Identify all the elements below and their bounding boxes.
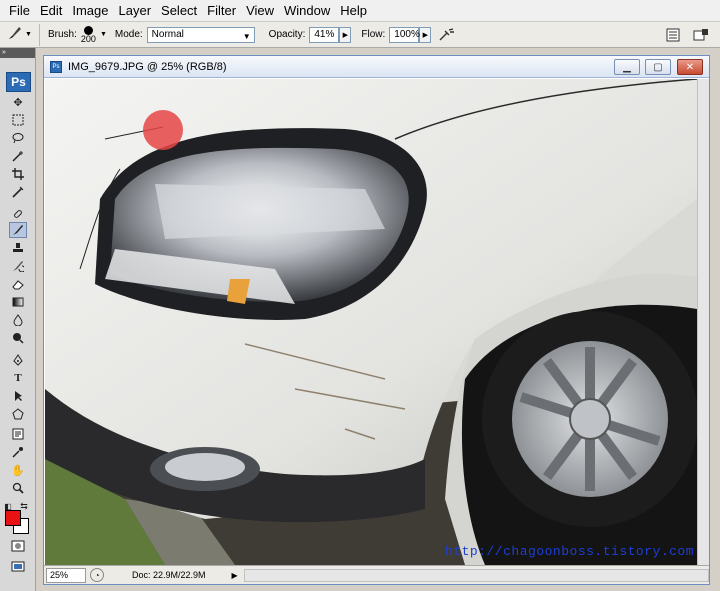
minimize-button[interactable]: ▁ — [614, 59, 640, 75]
horizontal-scrollbar[interactable] — [243, 568, 709, 582]
move-tool-icon[interactable]: ✥ — [9, 94, 27, 110]
document-title: IMG_9679.JPG @ 25% (RGB/8) — [68, 60, 227, 73]
status-info-icon[interactable]: ◔ — [90, 568, 104, 582]
brush-picker[interactable]: 200 — [80, 25, 96, 44]
quick-mask-icon[interactable] — [9, 538, 27, 554]
menu-filter[interactable]: Filter — [202, 0, 241, 22]
photoshop-logo[interactable]: Ps — [6, 72, 31, 92]
opacity-value: 41% — [314, 29, 335, 40]
brush-tool-icon — [7, 25, 23, 44]
options-bar: ▼ Brush: 200 ▼ Mode: Normal ▼ Opacity: 4… — [0, 22, 720, 48]
hand-tool-icon[interactable]: ✋ — [9, 462, 27, 478]
watermark-text: http://chagoonboss.tistory.com — [445, 544, 695, 559]
menu-bar: File Edit Image Layer Select Filter View… — [0, 0, 720, 22]
car-photo — [45, 79, 697, 565]
mode-select[interactable]: Normal ▼ — [146, 26, 255, 43]
document-titlebar[interactable]: Ps IMG_9679.JPG @ 25% (RGB/8) ▁ ▢ ✕ — [44, 56, 709, 78]
history-brush-tool-icon[interactable] — [9, 258, 27, 274]
maximize-icon: ▢ — [653, 61, 663, 73]
brush-tool-icon[interactable] — [9, 222, 27, 238]
status-bar: 25% ◔ Doc: 22.9M/22.9M ▶ — [44, 565, 709, 584]
crop-tool-icon[interactable] — [9, 166, 27, 182]
palette-well-icon[interactable] — [663, 26, 683, 44]
close-button[interactable]: ✕ — [677, 59, 703, 75]
foreground-color-swatch[interactable] — [5, 510, 21, 526]
flow-value: 100% — [394, 29, 420, 40]
mode-value: Normal — [151, 29, 184, 40]
status-menu-arrow-icon[interactable]: ▶ — [230, 568, 240, 582]
close-icon: ✕ — [685, 61, 695, 73]
document-icon: Ps — [50, 60, 62, 73]
gradient-tool-icon[interactable] — [9, 294, 27, 310]
image-canvas[interactable]: http://chagoonboss.tistory.com — [45, 79, 697, 565]
zoom-tool-icon[interactable] — [9, 480, 27, 496]
toolbox-grip[interactable]: » — [0, 48, 35, 58]
chevron-down-icon: ▼ — [242, 31, 251, 41]
menu-view[interactable]: View — [241, 0, 279, 22]
dodge-tool-icon[interactable] — [9, 330, 27, 346]
document-size: Doc: 22.9M/22.9M — [132, 570, 206, 580]
mode-label: Mode: — [114, 29, 143, 40]
flow-input[interactable]: 100% — [389, 26, 420, 43]
blur-tool-icon[interactable] — [9, 312, 27, 328]
menu-select[interactable]: Select — [156, 0, 202, 22]
shape-tool-icon[interactable] — [9, 406, 27, 422]
marquee-tool-icon[interactable] — [9, 112, 27, 128]
eraser-tool-icon[interactable] — [9, 276, 27, 292]
toolbox: » Ps ✥ T ✋ ◧ ⇆ — [0, 48, 36, 591]
menu-edit[interactable]: Edit — [35, 0, 67, 22]
healing-brush-tool-icon[interactable] — [9, 206, 27, 222]
airbrush-icon[interactable] — [437, 26, 457, 44]
type-tool-icon[interactable]: T — [9, 370, 27, 386]
lasso-tool-icon[interactable] — [9, 130, 27, 146]
flow-slider-button[interactable]: ▶ — [419, 26, 432, 43]
brush-label: Brush: — [48, 29, 77, 40]
path-selection-tool-icon[interactable] — [9, 388, 27, 404]
screen-mode-icon[interactable] — [9, 558, 27, 574]
opacity-slider-button[interactable]: ▶ — [339, 26, 352, 43]
menu-file[interactable]: File — [4, 0, 35, 22]
tool-preset-picker[interactable]: ▼ — [0, 23, 40, 46]
eyedropper-tool-icon[interactable] — [9, 444, 27, 460]
menu-help[interactable]: Help — [335, 0, 372, 22]
brush-dropdown-icon[interactable]: ▼ — [100, 31, 107, 38]
zoom-level-field[interactable]: 25% — [46, 567, 86, 583]
vertical-scrollbar[interactable] — [697, 79, 709, 565]
menu-image[interactable]: Image — [67, 0, 113, 22]
maximize-button[interactable]: ▢ — [645, 59, 671, 75]
menu-layer[interactable]: Layer — [114, 0, 157, 22]
menu-window[interactable]: Window — [279, 0, 335, 22]
chevron-down-icon: ▼ — [25, 31, 32, 38]
pen-tool-icon[interactable] — [9, 352, 27, 368]
flow-label: Flow: — [361, 29, 386, 40]
minimize-icon: ▁ — [623, 61, 631, 73]
document-window: Ps IMG_9679.JPG @ 25% (RGB/8) ▁ ▢ ✕ http… — [43, 55, 710, 585]
brush-size: 200 — [80, 33, 96, 44]
magic-wand-tool-icon[interactable] — [9, 148, 27, 164]
notes-tool-icon[interactable] — [9, 426, 27, 442]
workspace-icon[interactable] — [691, 26, 711, 44]
clone-stamp-tool-icon[interactable] — [9, 240, 27, 256]
opacity-input[interactable]: 41% — [309, 26, 340, 43]
opacity-label: Opacity: — [268, 29, 306, 40]
slice-tool-icon[interactable] — [9, 184, 27, 200]
